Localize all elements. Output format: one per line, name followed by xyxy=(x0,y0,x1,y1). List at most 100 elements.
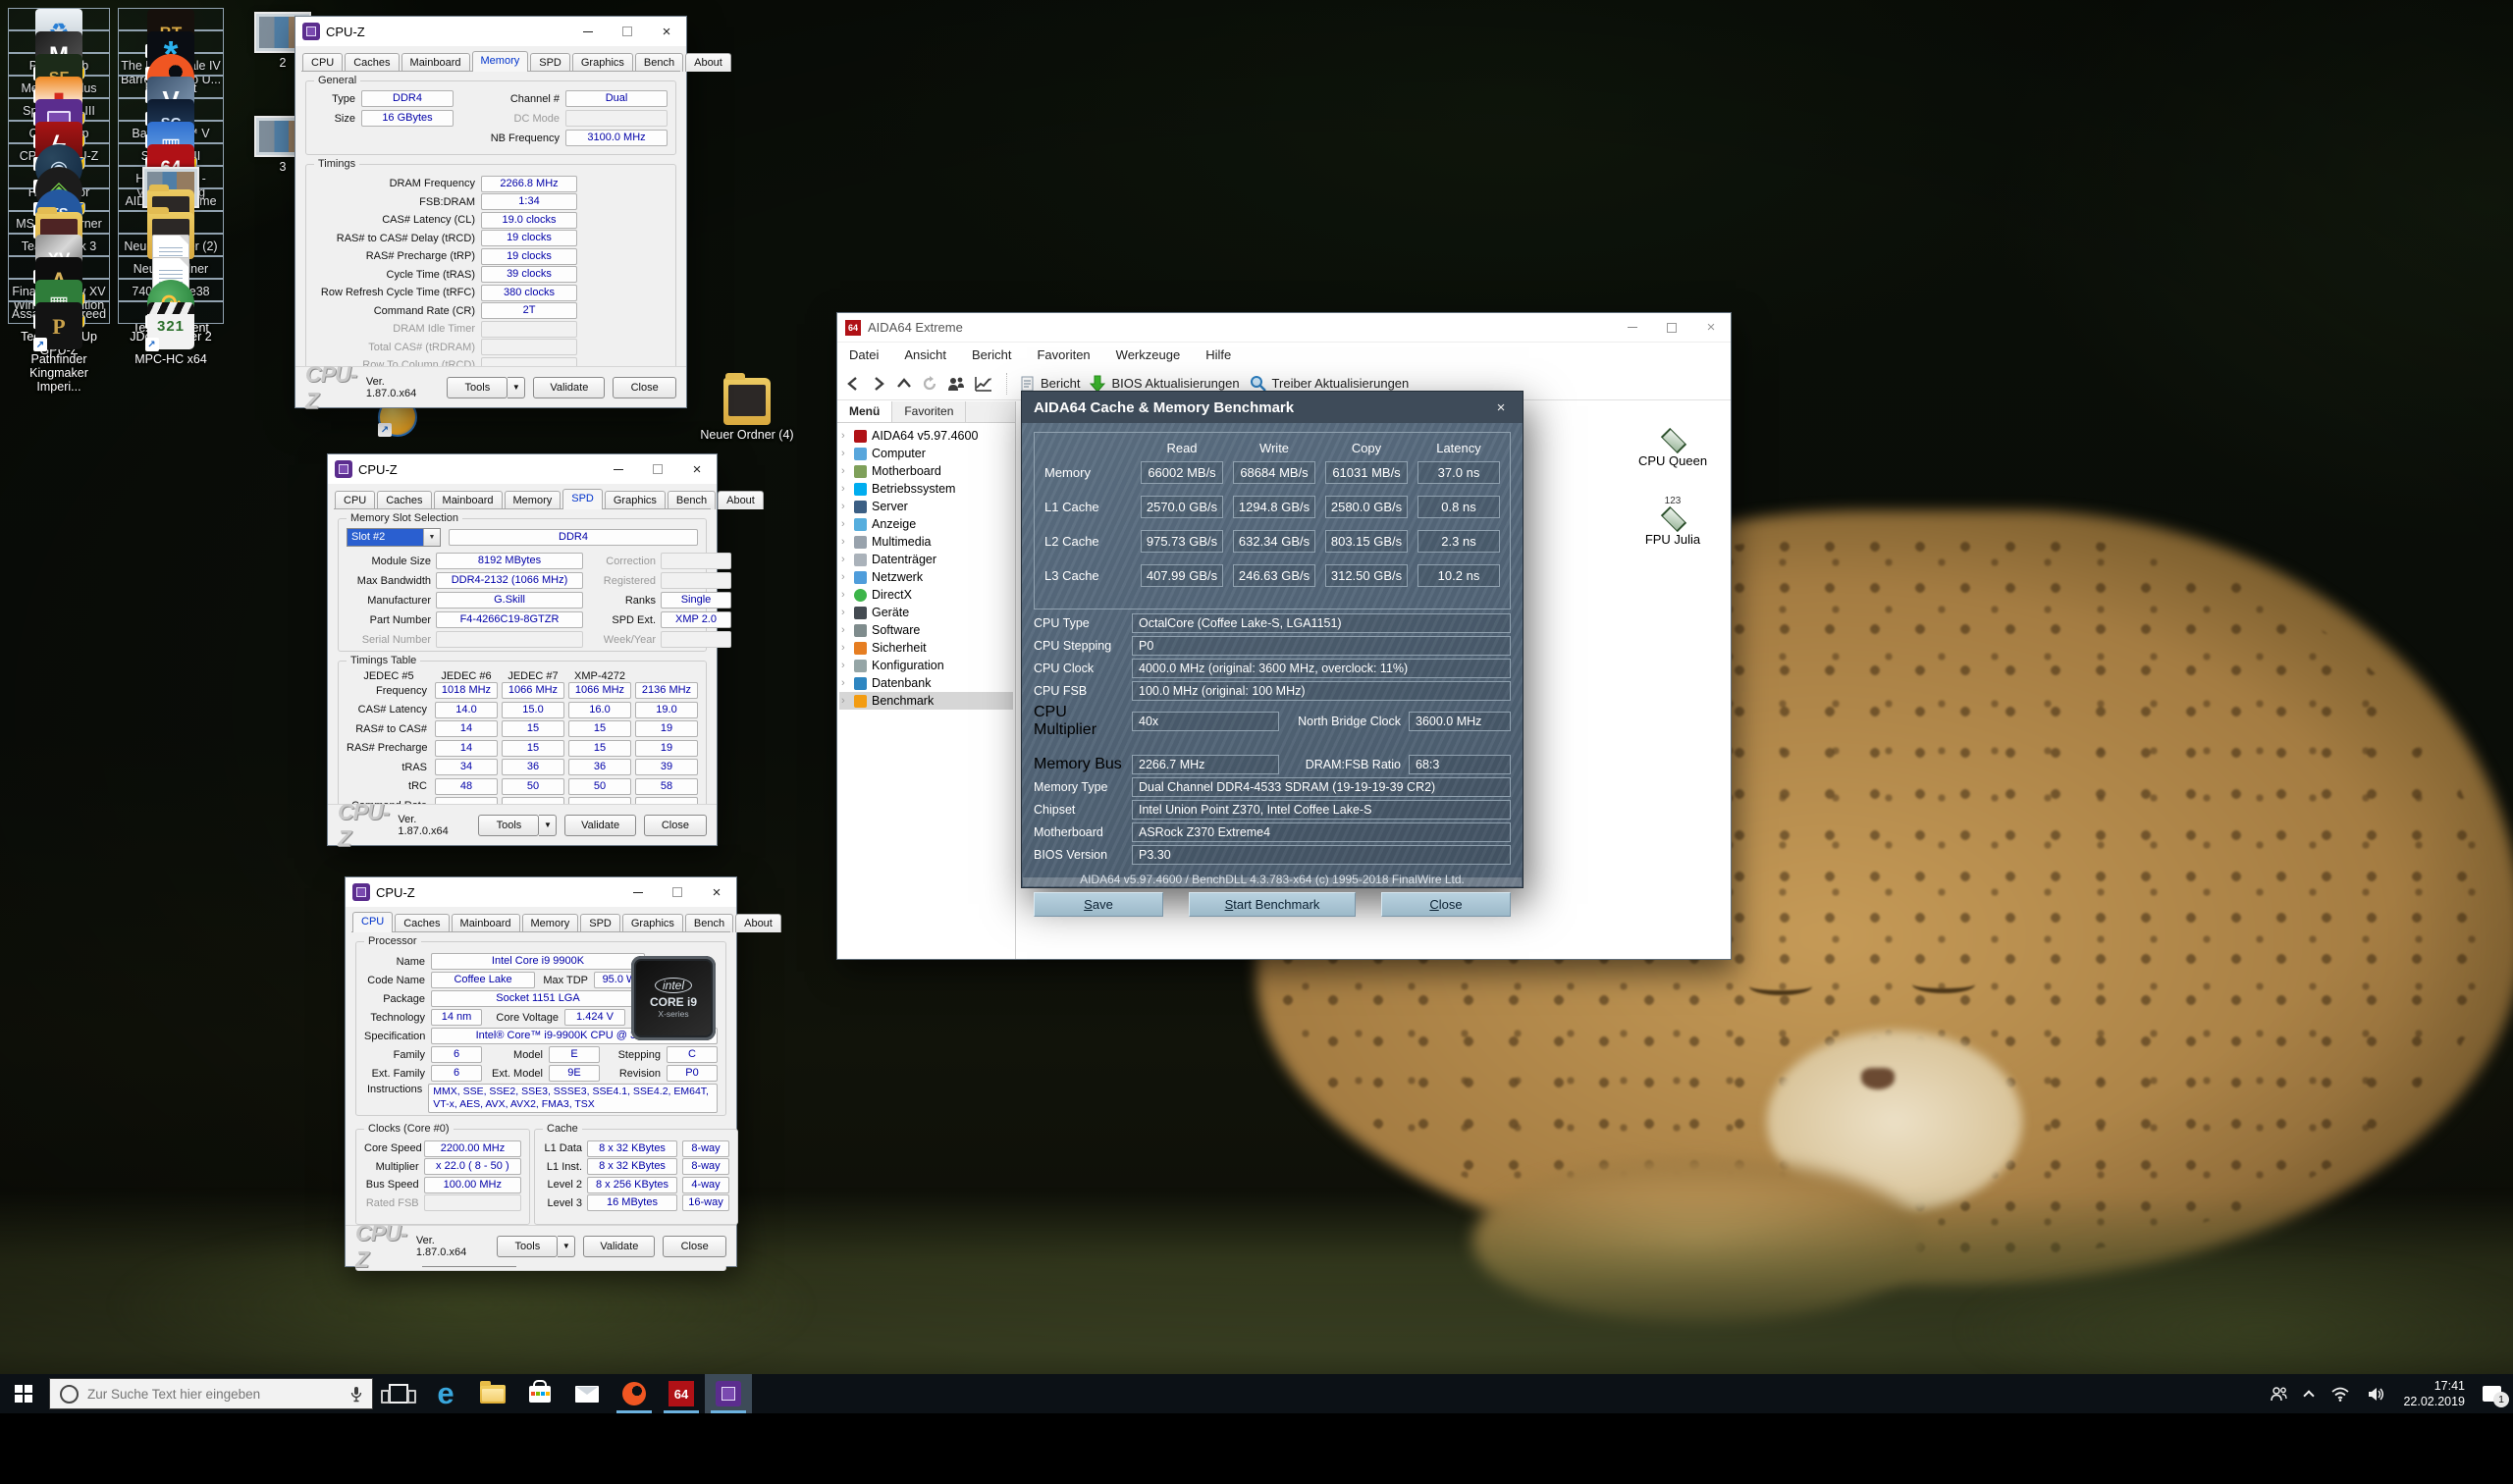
maximize-button[interactable] xyxy=(1652,313,1691,342)
tools-button[interactable]: Tools xyxy=(478,815,539,836)
tab[interactable]: About xyxy=(718,491,764,509)
tree-item[interactable]: › DirectX xyxy=(839,586,1013,604)
taskbar-explorer-button[interactable] xyxy=(469,1374,516,1413)
tab[interactable]: Bench xyxy=(685,914,733,932)
menu-item[interactable]: Datei xyxy=(849,347,879,362)
chevron-right-icon[interactable]: › xyxy=(841,518,849,530)
tab[interactable]: SPD xyxy=(562,489,603,509)
tree-item[interactable]: › Sicherheit xyxy=(839,639,1013,657)
tab[interactable]: Memory xyxy=(472,51,529,72)
chevron-right-icon[interactable]: › xyxy=(841,589,849,601)
tab[interactable]: Graphics xyxy=(572,53,633,72)
close-button[interactable]: × xyxy=(1479,392,1523,423)
chevron-right-icon[interactable]: › xyxy=(841,448,849,459)
tab[interactable]: Mainboard xyxy=(401,53,470,72)
desktop-icon[interactable]: P ↗ Pathfinder Kingmaker Imperi... xyxy=(8,301,110,324)
start-button[interactable] xyxy=(0,1374,47,1413)
validate-button[interactable]: Validate xyxy=(583,1236,655,1257)
tab[interactable]: Mainboard xyxy=(434,491,503,509)
tab[interactable]: Caches xyxy=(377,491,431,509)
bios-updates-button[interactable]: BIOS Aktualisierungen xyxy=(1090,375,1239,393)
search-input[interactable] xyxy=(87,1387,342,1402)
menu-item[interactable]: Bericht xyxy=(972,347,1011,362)
desktop-icon[interactable]: ↗ 1 xyxy=(118,166,224,188)
chevron-right-icon[interactable]: › xyxy=(841,483,849,495)
tab[interactable]: SPD xyxy=(530,53,570,72)
chevron-right-icon[interactable]: › xyxy=(841,607,849,618)
close-dialog-button[interactable]: Close xyxy=(1381,892,1511,917)
taskbar-clock[interactable]: 17:41 22.02.2019 xyxy=(2403,1378,2465,1410)
tree-item[interactable]: › Benchmark xyxy=(839,692,1013,710)
tree-item[interactable]: › Netzwerk xyxy=(839,568,1013,586)
tree-item[interactable]: › Konfiguration xyxy=(839,657,1013,674)
chevron-right-icon[interactable]: › xyxy=(841,571,849,583)
tab[interactable]: About xyxy=(685,53,731,72)
back-button[interactable] xyxy=(845,376,861,392)
chevron-right-icon[interactable]: › xyxy=(841,554,849,565)
taskbar-mail-button[interactable] xyxy=(563,1374,611,1413)
chevron-right-icon[interactable]: › xyxy=(841,660,849,671)
tab[interactable]: Memory xyxy=(522,914,579,932)
chevron-right-icon[interactable]: › xyxy=(841,536,849,548)
close-window-button[interactable]: Close xyxy=(644,815,707,836)
tree-item[interactable]: › Datenbank xyxy=(839,674,1013,692)
tree-item[interactable]: › Server xyxy=(839,498,1013,515)
action-center-button[interactable]: 1 xyxy=(2483,1386,2501,1402)
desktop-icon[interactable]: ↗ 740i 1996 e38 xyxy=(118,234,224,256)
minimize-button[interactable] xyxy=(568,17,608,46)
desktop-icon[interactable]: ↗ Neuer Ordner xyxy=(118,211,224,234)
tab[interactable]: Graphics xyxy=(622,914,683,932)
panel-tab[interactable]: Favoriten xyxy=(892,401,966,422)
taskbar-origin-button[interactable] xyxy=(611,1374,658,1413)
benchmark-item[interactable]: CPU Queen xyxy=(1599,401,1731,468)
people-icon[interactable] xyxy=(2271,1387,2287,1402)
tree-item[interactable]: › AIDA64 v5.97.4600 xyxy=(839,427,1013,445)
panel-tab[interactable]: Menü xyxy=(837,401,892,422)
maximize-button[interactable] xyxy=(608,17,647,46)
desktop-icon[interactable]: 321 ↗ MPC-HC x64 xyxy=(118,301,224,324)
dialog-title-bar[interactable]: AIDA64 Cache & Memory Benchmark × xyxy=(1022,392,1523,423)
desktop-icon[interactable]: SC ↗ StarCraft II xyxy=(118,98,224,121)
chevron-right-icon[interactable]: › xyxy=(841,465,849,477)
desktop-icon[interactable]: * ↗ Battle.net xyxy=(118,30,224,53)
show-hidden-icons-chevron[interactable] xyxy=(2304,1390,2315,1401)
tools-button[interactable]: Tools xyxy=(497,1236,558,1257)
maximize-button[interactable] xyxy=(638,454,677,484)
menu-item[interactable]: Werkzeuge xyxy=(1116,347,1181,362)
driver-updates-button[interactable]: Treiber Aktualisierungen xyxy=(1250,375,1410,392)
tab[interactable]: SPD xyxy=(580,914,620,932)
close-button[interactable]: × xyxy=(677,454,717,484)
chart-icon[interactable] xyxy=(975,376,992,392)
tab[interactable]: CPU xyxy=(352,912,393,932)
desktop-icon[interactable]: ↗ Neues Textdokument xyxy=(118,256,224,279)
start-benchmark-button[interactable]: Start Benchmark xyxy=(1189,892,1356,917)
chevron-right-icon[interactable]: › xyxy=(841,677,849,689)
menu-item[interactable]: Ansicht xyxy=(904,347,946,362)
tools-button[interactable]: Tools xyxy=(447,377,508,398)
validate-button[interactable]: Validate xyxy=(533,377,605,398)
refresh-button[interactable] xyxy=(922,376,937,392)
desktop-icon[interactable]: Λ ↗ Assassin's Creed Origins xyxy=(8,256,110,279)
task-view-button[interactable] xyxy=(375,1374,422,1413)
minimize-button[interactable] xyxy=(1436,392,1479,423)
desktop-icon[interactable]: ↗ Origin xyxy=(118,53,224,76)
menu-item[interactable]: Hilfe xyxy=(1205,347,1231,362)
close-window-button[interactable]: Close xyxy=(613,377,676,398)
tab[interactable]: CPU xyxy=(302,53,343,72)
tab[interactable]: CPU xyxy=(335,491,375,509)
tree-item[interactable]: › Betriebssystem xyxy=(839,480,1013,498)
menu-item[interactable]: Favoriten xyxy=(1037,347,1090,362)
up-button[interactable] xyxy=(896,376,912,392)
desktop[interactable]: ♻ ↗ Papierkorb M ↗ Metro Exodus xyxy=(0,0,2513,1413)
desktop-icon[interactable]: TS ↗ TeamSpeak 3 Client xyxy=(8,188,110,211)
desktop-icon[interactable]: ◈ ↗ MSI Afterburner xyxy=(8,166,110,188)
forward-button[interactable] xyxy=(871,376,886,392)
microphone-icon[interactable] xyxy=(350,1386,362,1403)
tree-item[interactable]: › Software xyxy=(839,621,1013,639)
close-button[interactable]: × xyxy=(647,17,686,46)
desktop-icon[interactable]: ▮ ↗ Core Temp xyxy=(8,76,110,98)
desktop-icon[interactable]: ♻ ↗ Papierkorb xyxy=(8,8,110,30)
taskbar-search[interactable] xyxy=(49,1378,373,1409)
benchmark-item[interactable]: 123 FPU Julia xyxy=(1599,474,1731,547)
tree-item[interactable]: › Datenträger xyxy=(839,551,1013,568)
